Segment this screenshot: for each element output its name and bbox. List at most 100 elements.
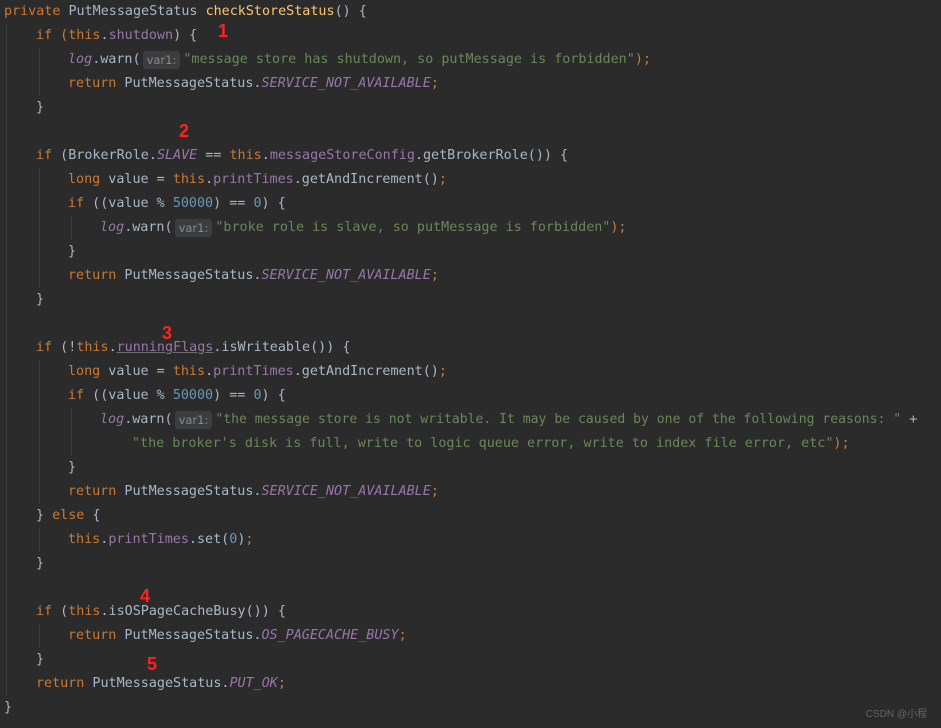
punctuation: ); [634, 52, 651, 67]
this-keyword: this [172, 172, 206, 187]
code-line-26[interactable]: if (this .isOSPageCacheBusy()) { [36, 600, 286, 624]
code-text: PutMessageStatus. [116, 268, 262, 283]
code-line-12[interactable]: return PutMessageStatus. SERVICE_NOT_AVAI… [68, 264, 439, 288]
number-literal: 0 [229, 532, 238, 547]
punctuation: ; [398, 628, 407, 643]
code-text: == [197, 148, 230, 163]
code-line-7[interactable]: if (BrokerRole. SLAVE == this. messageStor… [36, 144, 568, 168]
enum-constant: OS_PAGECACHE_BUSY [261, 628, 399, 643]
code-line-15[interactable]: if (! this. runningFlags .isWriteable()) { [36, 336, 350, 360]
code-line-11[interactable]: } [68, 240, 76, 264]
code-text: PutMessageStatus. [116, 628, 262, 643]
code-line-2[interactable]: if (this. shutdown) { [36, 24, 197, 48]
punctuation: ); [610, 220, 627, 235]
indent-guide [39, 168, 40, 288]
code-line-27[interactable]: return PutMessageStatus. OS_PAGECACHE_BUS… [68, 624, 407, 648]
code-line-10[interactable]: log .warn(var1: "broke role is slave, so p… [100, 216, 627, 240]
code-line-19[interactable]: "the broker's disk is full, write to log… [132, 432, 850, 456]
field-name: shutdown [108, 28, 174, 43]
type-keyword: long [68, 364, 101, 379]
indent-guide [71, 216, 72, 240]
indent-guide [39, 360, 40, 504]
type-keyword: long [68, 172, 101, 187]
if-keyword: if [36, 148, 53, 163]
code-text: ) == [213, 196, 254, 211]
plus-operator: + [901, 412, 918, 427]
string-literal: "the message store is not writable. It m… [215, 412, 902, 427]
string-literal: "message store has shutdown, so putMessa… [183, 52, 635, 67]
this-keyword: this [76, 340, 109, 355]
brace: { [84, 508, 101, 523]
code-line-4[interactable]: return PutMessageStatus. SERVICE_NOT_AVAI… [68, 72, 439, 96]
code-text: PutMessageStatus. [116, 76, 262, 91]
code-line-17[interactable]: if ((value % 50000) == 0) { [68, 384, 286, 408]
return-keyword: return [68, 628, 117, 643]
brace: } [68, 460, 77, 475]
indent-guide [71, 408, 72, 456]
field-name: messageStoreConfig [269, 148, 415, 163]
code-text: .getBrokerRole()) { [414, 148, 569, 163]
code-line-5[interactable]: } [36, 96, 44, 120]
code-text: ((value % [84, 196, 173, 211]
punctuation: ; [277, 676, 286, 691]
this-keyword: this [68, 604, 101, 619]
parameter-hint: var1: [142, 51, 181, 69]
this-keyword: this [172, 364, 206, 379]
return-keyword: return [68, 268, 117, 283]
number-literal: 0 [253, 388, 262, 403]
code-line-18[interactable]: log .warn(var1: "the message store is not … [100, 408, 917, 432]
brace: } [68, 244, 77, 259]
enum-constant: PUT_OK [229, 676, 278, 691]
code-line-1[interactable]: private PutMessageStatus checkStoreStatu… [4, 0, 367, 24]
watermark: CSDN @小程 [865, 709, 927, 720]
brace: } [36, 100, 45, 115]
code-line-30[interactable]: } [4, 696, 12, 720]
code-line-13[interactable]: } [36, 288, 44, 312]
code-text: PutMessageStatus. [116, 484, 262, 499]
field-name: printTimes [213, 364, 294, 379]
code-text: ) { [261, 196, 286, 211]
code-text: .isWriteable()) { [213, 340, 351, 355]
number-literal: 50000 [172, 388, 214, 403]
else-keyword: else [52, 508, 85, 523]
return-keyword: return [68, 76, 117, 91]
number-literal: 0 [253, 196, 262, 211]
if-keyword: if [36, 604, 53, 619]
indent-guide [39, 48, 40, 96]
this-keyword: this [229, 148, 262, 163]
annotation-marker-1: 1 [218, 21, 229, 41]
punctuation: ); [833, 436, 850, 451]
this-keyword: this [68, 532, 101, 547]
enum-constant: SLAVE [156, 148, 198, 163]
code-line-24[interactable]: } [36, 552, 44, 576]
code-text: if ( [36, 28, 69, 43]
code-line-28[interactable]: } [36, 648, 44, 672]
code-line-22[interactable]: } else { [36, 504, 101, 528]
if-keyword: if [68, 196, 85, 211]
code-line-8[interactable]: long value = this. printTimes .getAndIncre… [68, 168, 447, 192]
code-line-20[interactable]: } [68, 456, 76, 480]
code-editor[interactable]: private PutMessageStatus checkStoreStatu… [0, 0, 941, 728]
code-text: value = [100, 172, 173, 187]
code-line-23[interactable]: this. printTimes .set(0); [68, 528, 253, 552]
punctuation: ; [430, 268, 439, 283]
code-line-3[interactable]: log .warn(var1: "message store has shutdow… [68, 48, 651, 72]
log-field: log [100, 220, 125, 235]
field-name: printTimes [213, 172, 294, 187]
punctuation: ; [430, 484, 439, 499]
return-keyword: return [36, 676, 85, 691]
brace: } [36, 652, 45, 667]
code-text: PutMessageStatus. [84, 676, 230, 691]
code-line-9[interactable]: if ((value % 50000) == 0) { [68, 192, 286, 216]
code-text: .isOSPageCacheBusy()) { [100, 604, 286, 619]
punctuation: () { [334, 4, 367, 19]
brace: } [36, 292, 45, 307]
code-line-29[interactable]: return PutMessageStatus. PUT_OK; [36, 672, 286, 696]
indent-guide [6, 24, 7, 696]
string-literal: "the broker's disk is full, write to log… [132, 436, 834, 451]
annotation-marker-2: 2 [179, 121, 190, 141]
code-line-16[interactable]: long value = this. printTimes .getAndIncre… [68, 360, 447, 384]
code-text: ) { [173, 28, 198, 43]
brace: } [4, 700, 13, 715]
code-line-21[interactable]: return PutMessageStatus. SERVICE_NOT_AVAI… [68, 480, 439, 504]
